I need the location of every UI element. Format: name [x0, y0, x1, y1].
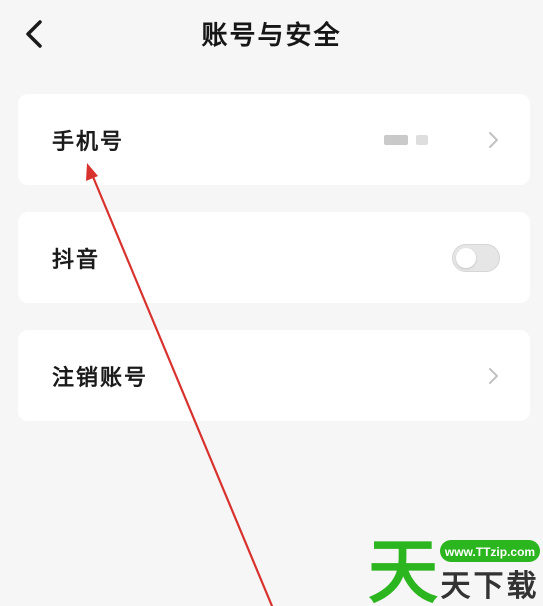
- watermark-url: www.TTzip.com: [444, 545, 535, 559]
- douyin-toggle[interactable]: [452, 243, 500, 272]
- account-security-page: 账号与安全 手机号 抖音 注销账号 天 www.TTzip.com 天下载: [0, 0, 543, 606]
- chevron-right-icon: [486, 366, 500, 386]
- phone-number-label: 手机号: [52, 128, 125, 155]
- masked-phone-value: [384, 134, 428, 145]
- watermark-site-name: 天下载: [441, 569, 540, 604]
- douyin-label: 抖音: [52, 246, 101, 273]
- chevron-right-icon: [486, 130, 500, 150]
- douyin-row: 抖音: [18, 212, 530, 303]
- red-annotation-arrow: [86, 163, 274, 606]
- page-title: 账号与安全: [201, 21, 342, 51]
- ttzip-watermark-logo: 天 www.TTzip.com 天下载: [368, 531, 540, 606]
- toggle-knob: [456, 247, 476, 268]
- header: 账号与安全: [0, 0, 543, 68]
- cancel-account-row[interactable]: 注销账号: [18, 330, 530, 421]
- logo-char: 天: [368, 531, 438, 606]
- phone-number-row[interactable]: 手机号: [18, 94, 530, 185]
- cancel-account-label: 注销账号: [52, 364, 149, 391]
